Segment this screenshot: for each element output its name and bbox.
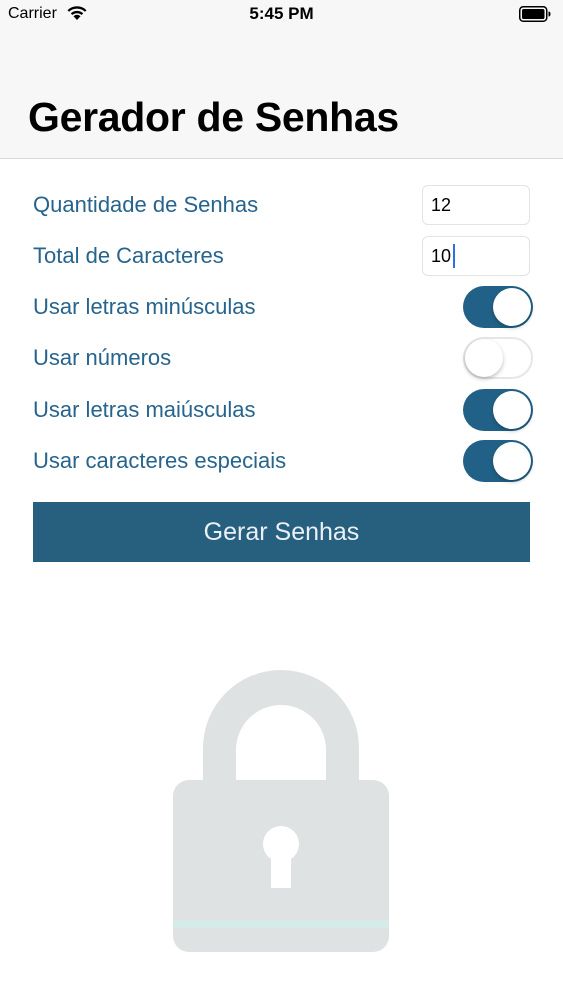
generate-passwords-button[interactable]: Gerar Senhas: [33, 502, 530, 562]
switch-knob: [493, 442, 531, 480]
quantity-input[interactable]: [422, 185, 530, 225]
lock-icon: [173, 670, 389, 952]
switch-knob: [465, 339, 503, 377]
quantity-label: Quantidade de Senhas: [33, 192, 259, 217]
toggle-row-numbers: Usar números: [33, 336, 533, 380]
special-switch[interactable]: [463, 440, 533, 482]
switch-knob: [493, 391, 531, 429]
switch-knob: [493, 288, 531, 326]
special-label: Usar caracteres especiais: [33, 448, 287, 473]
uppercase-switch[interactable]: [463, 389, 533, 431]
toggle-row-uppercase: Usar letras maiúsculas: [33, 388, 533, 432]
length-label: Total de Caracteres: [33, 243, 224, 268]
navigation-bar: Gerador de Senhas: [0, 30, 563, 159]
length-row: Total de Caracteres: [33, 234, 533, 278]
toggle-row-special: Usar caracteres especiais: [33, 439, 533, 483]
battery-icon: [519, 6, 551, 22]
text-cursor: [453, 244, 455, 268]
length-input[interactable]: [422, 236, 530, 276]
numbers-label: Usar números: [33, 345, 172, 370]
lowercase-switch[interactable]: [463, 286, 533, 328]
toggle-row-lowercase: Usar letras minúsculas: [33, 285, 533, 329]
quantity-row: Quantidade de Senhas: [33, 183, 533, 227]
uppercase-label: Usar letras maiúsculas: [33, 397, 256, 422]
lowercase-label: Usar letras minúsculas: [33, 294, 256, 319]
page-title: Gerador de Senhas: [28, 94, 399, 140]
numbers-switch[interactable]: [463, 337, 533, 379]
status-time: 5:45 PM: [249, 4, 314, 23]
status-bar: Carrier 5:45 PM: [0, 0, 563, 30]
